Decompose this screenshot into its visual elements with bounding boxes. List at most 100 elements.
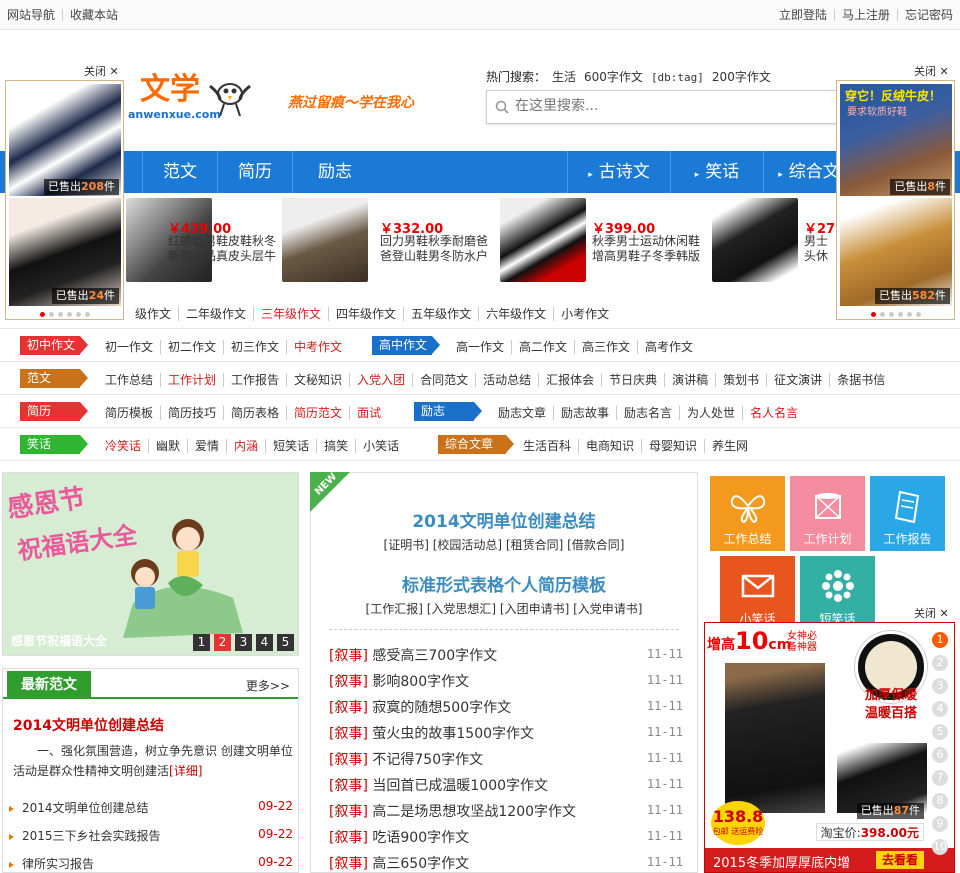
category-link[interactable]: 活动总结 — [476, 373, 540, 387]
category-link[interactable]: 初二作文 — [161, 340, 225, 354]
tile-short-jokes[interactable]: 短笑话 — [800, 556, 875, 631]
center-sublinks-1[interactable]: [证明书] [校园活动总] [租赁合同] [借款合同] — [311, 536, 697, 553]
category-link[interactable]: 二年级作文 — [179, 307, 255, 321]
tag-zonghe[interactable]: 综合文章 — [438, 435, 514, 454]
article-row[interactable]: [叙事] 吃语900字作文 11-11 — [329, 827, 683, 847]
product-desc[interactable]: 红蜻蜓男鞋皮鞋秋冬新款正品真皮头层牛皮商务休闲大码皮鞋 — [168, 234, 278, 264]
category-link[interactable]: 励志文章 — [491, 406, 555, 420]
nav-item-fanwen[interactable]: 范文 — [143, 151, 217, 193]
article-row[interactable]: [叙事] 影响800字作文 11-11 — [329, 671, 683, 691]
hot-term[interactable]: [db:tag] — [651, 71, 704, 84]
article-row[interactable]: [叙事] 感受高三700字作文 11-11 — [329, 645, 683, 665]
banner-page-2[interactable]: 2 — [214, 634, 231, 651]
category-link[interactable]: 高二作文 — [512, 340, 576, 354]
center-headline-1[interactable]: 2014文明单位创建总结 — [311, 507, 697, 532]
ad-page-3[interactable]: 3 — [932, 678, 948, 694]
category-link[interactable]: 节日庆典 — [602, 373, 666, 387]
feature-banner[interactable]: 感恩节 祝福语大全 感恩节祝福语大全 1 2 3 4 5 — [2, 472, 299, 656]
category-link[interactable]: 高三作文 — [575, 340, 639, 354]
category-link[interactable]: 征文演讲 — [767, 373, 831, 387]
category-link[interactable]: 五年级作文 — [404, 307, 480, 321]
nav-item-gushiwen[interactable]: ▸ 古诗文 — [568, 151, 670, 193]
ad-page-2[interactable]: 2 — [932, 655, 948, 671]
ad-page-6[interactable]: 6 — [932, 747, 948, 763]
hot-term[interactable]: 生活 — [552, 70, 576, 84]
category-link[interactable]: 母婴知识 — [642, 439, 706, 453]
ad-page-7[interactable]: 7 — [932, 770, 948, 786]
category-link[interactable]: 小笑话 — [356, 439, 406, 453]
category-link[interactable]: 简历技巧 — [161, 406, 225, 420]
category-link[interactable]: 名人名言 — [743, 406, 805, 420]
product-image[interactable] — [500, 198, 586, 282]
category-link[interactable]: 工作报告 — [224, 373, 288, 387]
tag-lizhi[interactable]: 励志 — [414, 402, 482, 421]
login-link[interactable]: 立即登陆 — [772, 9, 835, 21]
ad-page-1[interactable]: 1 — [932, 632, 948, 648]
ad-page-10[interactable]: 10 — [932, 839, 948, 855]
tag-xiaohua[interactable]: 笑话 — [20, 435, 88, 454]
tag-fanwen[interactable]: 范文 — [20, 369, 88, 388]
category-link[interactable]: 生活百科 — [516, 439, 580, 453]
latest-headline[interactable]: 2014文明单位创建总结 — [13, 715, 164, 735]
tile-work-report[interactable]: 工作报告 — [870, 476, 945, 551]
category-link[interactable]: 短笑话 — [266, 439, 318, 453]
product-desc[interactable]: 回力男鞋秋季耐磨爸爸登山鞋男冬防水户外休闲鞋运动鞋老北 — [380, 234, 490, 264]
banner-page-4[interactable]: 4 — [256, 634, 273, 651]
category-link[interactable]: 面试 — [350, 406, 388, 420]
category-link[interactable]: 简历表格 — [224, 406, 288, 420]
carousel-dots[interactable] — [6, 312, 123, 317]
forgot-password-link[interactable]: 忘记密码 — [898, 9, 960, 21]
nav-item-jianli[interactable]: 简历 — [218, 151, 292, 193]
category-link[interactable]: 中考作文 — [287, 340, 349, 354]
banner-page-1[interactable]: 1 — [193, 634, 210, 651]
category-link[interactable]: 爱情 — [188, 439, 228, 453]
category-link[interactable]: 为人处世 — [680, 406, 744, 420]
category-link[interactable]: 简历范文 — [287, 406, 351, 420]
category-link[interactable]: 汇报体会 — [539, 373, 603, 387]
category-link[interactable]: 内涵 — [227, 439, 267, 453]
category-link[interactable]: 级作文 — [128, 307, 180, 321]
category-link[interactable]: 策划书 — [716, 373, 768, 387]
tile-work-summary[interactable]: 工作总结 — [710, 476, 785, 551]
nav-item-xiaohua[interactable]: ▸ 笑话 — [671, 151, 763, 193]
product-image[interactable] — [712, 198, 798, 282]
product-image[interactable] — [282, 198, 368, 282]
register-link[interactable]: 马上注册 — [835, 9, 898, 21]
ad-close-button[interactable]: 关闭 ✕ — [84, 63, 119, 79]
center-headline-2[interactable]: 标准形式表格个人简历模板 — [311, 571, 697, 596]
ad-cta-button[interactable]: 去看看 — [875, 851, 924, 869]
ad-page-5[interactable]: 5 — [932, 724, 948, 740]
category-link[interactable]: 条据书信 — [830, 373, 892, 387]
article-row[interactable]: [叙事] 不记得750字作文 11-11 — [329, 749, 683, 769]
category-link[interactable]: 入党入团 — [350, 373, 414, 387]
category-link[interactable]: 小考作文 — [554, 307, 616, 321]
more-link[interactable]: 更多>> — [246, 677, 290, 694]
category-link[interactable]: 高一作文 — [449, 340, 513, 354]
category-link[interactable]: 演讲稿 — [665, 373, 717, 387]
tag-middle-school[interactable]: 初中作文 — [20, 336, 88, 355]
center-sublinks-2[interactable]: [工作汇报] [入党思想汇] [入团申请书] [入党申请书] — [311, 600, 697, 617]
bookmark-link[interactable]: 收藏本站 — [63, 9, 125, 21]
right-float-ad[interactable]: 穿它！反绒牛皮！ 要求软质好鞋 已售出8件 已售出582件 — [836, 80, 955, 320]
category-link[interactable]: 四年级作文 — [329, 307, 405, 321]
ad-close-button[interactable]: 关闭 ✕ — [914, 63, 949, 79]
tile-small-jokes[interactable]: 小笑话 — [720, 556, 795, 631]
banner-page-3[interactable]: 3 — [235, 634, 252, 651]
search-icon[interactable] — [495, 100, 509, 114]
detail-link[interactable]: [详细] — [169, 764, 202, 778]
site-logo[interactable]: 文学 — [140, 64, 200, 108]
ad-page-4[interactable]: 4 — [932, 701, 948, 717]
carousel-dots[interactable] — [837, 312, 954, 317]
ad-page-9[interactable]: 9 — [932, 816, 948, 832]
category-link[interactable]: 幽默 — [149, 439, 189, 453]
category-link[interactable]: 高考作文 — [638, 340, 700, 354]
category-link[interactable]: 六年级作文 — [479, 307, 555, 321]
article-row[interactable]: [叙事] 寂寞的随想500字作文 11-11 — [329, 697, 683, 717]
left-float-ad[interactable]: 已售出208件 已售出24件 — [5, 80, 124, 320]
category-link[interactable]: 简历模板 — [98, 406, 162, 420]
category-link[interactable]: 养生网 — [705, 439, 755, 453]
tag-high-school[interactable]: 高中作文 — [372, 336, 440, 355]
product-desc[interactable]: 秋季男士运动休闲鞋增高男鞋子冬季韩版板鞋学生阿甘跑 — [592, 234, 702, 264]
ad-close-button[interactable]: 关闭 ✕ — [914, 605, 949, 621]
category-link[interactable]: 初一作文 — [98, 340, 162, 354]
